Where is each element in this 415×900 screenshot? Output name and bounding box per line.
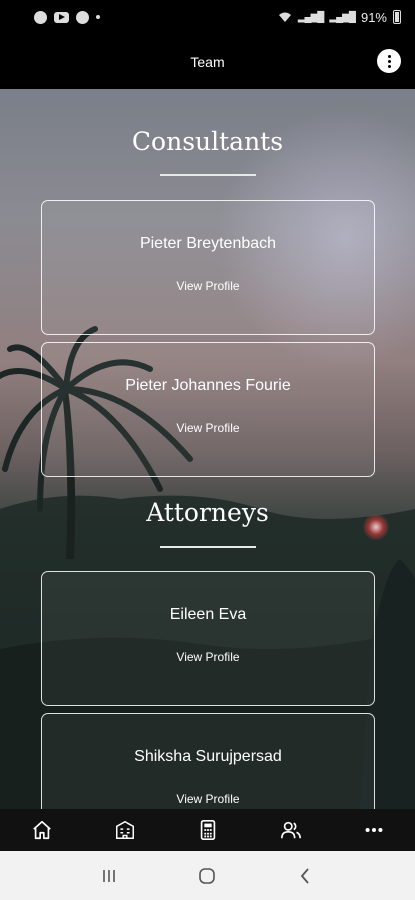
building-icon[interactable] <box>105 810 145 850</box>
status-bar: ▂▄▆█ ▂▄▆█ 91% <box>0 0 415 34</box>
status-right: ▂▄▆█ ▂▄▆█ 91% <box>278 10 401 25</box>
profile-name: Shiksha Surujpersad <box>134 748 282 765</box>
battery-text: 91% <box>360 9 387 25</box>
profile-card[interactable]: Shiksha Surujpersad View Profile <box>41 713 375 809</box>
calculator-icon[interactable] <box>188 810 228 850</box>
section-divider <box>160 174 256 176</box>
app-header: Team <box>0 34 415 89</box>
back-icon[interactable] <box>286 856 326 896</box>
people-icon[interactable] <box>271 810 311 850</box>
section-title-attorneys: Attorneys <box>146 498 269 527</box>
more-horizontal-icon[interactable] <box>354 810 394 850</box>
more-vertical-icon[interactable] <box>377 49 401 73</box>
wifi-icon <box>278 12 291 22</box>
page-title: Team <box>190 53 225 70</box>
system-nav <box>0 851 415 900</box>
profile-card[interactable]: Pieter Johannes Fourie View Profile <box>41 342 375 477</box>
team-content[interactable]: Consultants Pieter Breytenbach View Prof… <box>0 89 415 809</box>
profile-name: Pieter Johannes Fourie <box>125 377 291 394</box>
section-divider <box>160 546 256 548</box>
bottom-nav <box>0 809 415 851</box>
view-profile-link[interactable]: View Profile <box>42 279 374 293</box>
profile-name: Eileen Eva <box>169 606 247 623</box>
profile-name: Pieter Breytenbach <box>139 235 277 252</box>
signal-icon: ▂▄▆█ <box>297 11 325 23</box>
photos-icon <box>76 10 89 24</box>
signal-icon: ▂▄▆█ <box>329 11 356 23</box>
profile-card[interactable]: Pieter Breytenbach View Profile <box>41 200 375 335</box>
section-title-consultants: Consultants <box>131 127 284 156</box>
home-circle-icon[interactable] <box>187 856 227 896</box>
recent-apps-icon[interactable] <box>89 856 129 896</box>
status-left <box>34 10 100 24</box>
profile-card[interactable]: Eileen Eva View Profile <box>41 571 375 706</box>
youtube-icon <box>54 11 69 23</box>
dot-icon <box>96 15 100 19</box>
app-icon <box>34 10 47 24</box>
view-profile-link[interactable]: View Profile <box>42 650 374 664</box>
view-profile-link[interactable]: View Profile <box>42 421 374 435</box>
battery-icon <box>393 10 401 24</box>
view-profile-link[interactable]: View Profile <box>42 792 374 806</box>
home-icon[interactable] <box>22 810 62 850</box>
